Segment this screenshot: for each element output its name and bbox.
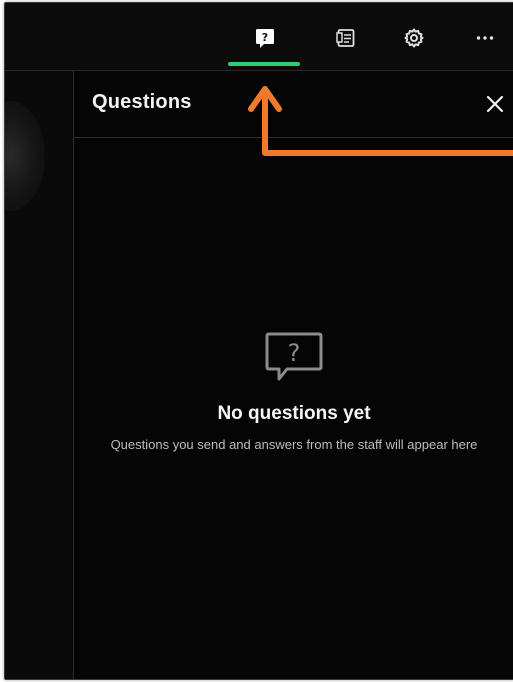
more-button[interactable] [465, 21, 505, 55]
empty-state-title: No questions yet [217, 403, 371, 424]
empty-state-description: Questions you send and answers from the … [110, 437, 478, 452]
questions-button[interactable]: ? [245, 21, 285, 55]
top-toolbar: ? [5, 3, 513, 71]
close-button[interactable] [480, 89, 510, 119]
more-horizontal-icon [476, 36, 494, 40]
close-icon [486, 95, 504, 113]
active-tab-indicator [228, 62, 300, 66]
panel-header: Questions [74, 71, 513, 138]
question-bubble-icon: ? [265, 332, 323, 381]
questions-panel: Questions ? No questions yet Questions y… [74, 71, 513, 679]
svg-text:?: ? [262, 31, 268, 44]
main-content-edge [5, 71, 74, 679]
settings-button[interactable] [394, 21, 434, 55]
svg-text:?: ? [288, 339, 301, 367]
gear-icon [404, 28, 424, 48]
question-bubble-icon: ? [256, 29, 274, 48]
background-glow [5, 101, 45, 211]
empty-state: ? No questions yet Questions you send an… [74, 329, 513, 454]
panel-title: Questions [92, 91, 192, 113]
notes-icon [336, 29, 355, 47]
notes-button[interactable] [326, 21, 366, 55]
app-window: ? Questions ? No questions yet Questions… [4, 2, 513, 680]
